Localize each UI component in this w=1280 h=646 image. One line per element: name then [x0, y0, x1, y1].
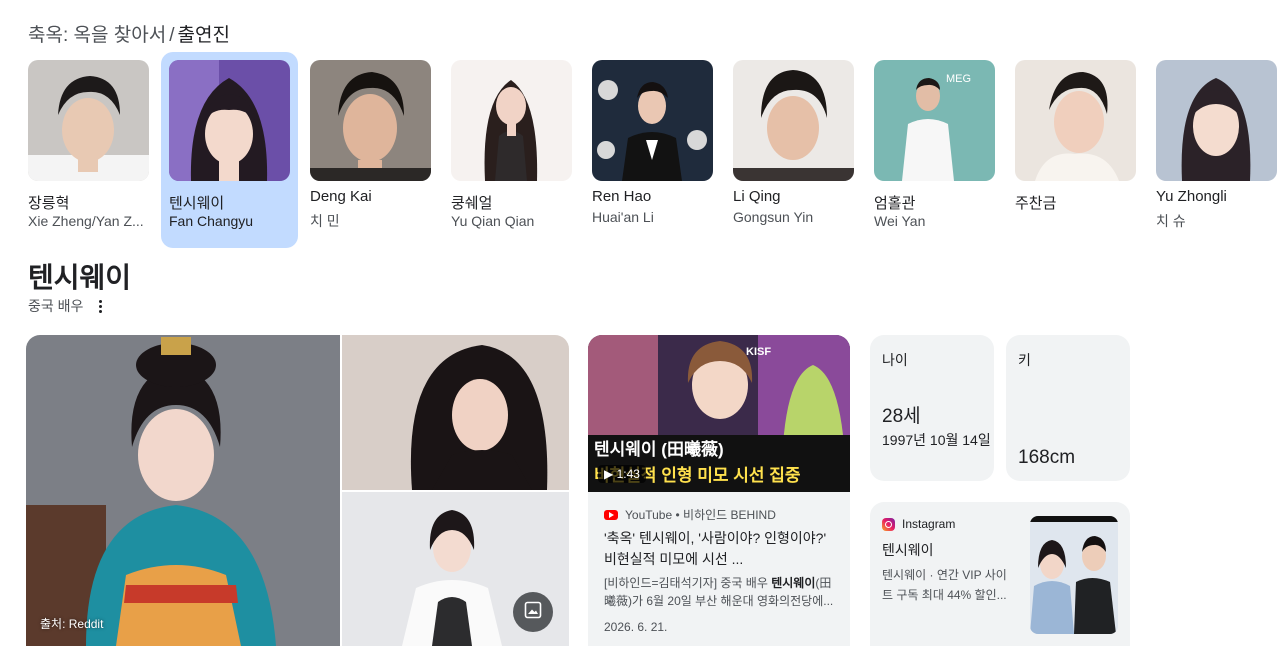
- image-gallery: 출처: Reddit: [26, 335, 569, 646]
- cast-role: Huai'an Li: [592, 209, 654, 225]
- instagram-icon: [882, 517, 895, 531]
- breadcrumb: 축옥: 옥을 찾아서 / 출연진: [28, 20, 230, 47]
- entity-title: 텐시웨이: [28, 262, 132, 293]
- video-card[interactable]: 텐시웨이 (田曦薇) 비현실적 인형 미모 시선 집중 KISF ▶ 1:43 …: [588, 335, 850, 646]
- cast-photo: [169, 60, 290, 181]
- cast-name: Deng Kai: [310, 188, 372, 205]
- video-thumb-badge: KISF: [746, 346, 771, 358]
- instagram-title: 텐시웨이: [882, 542, 934, 558]
- age-card[interactable]: 나이 28세 1997년 10월 14일: [870, 335, 994, 481]
- cast-role: 치 슈: [1156, 213, 1186, 229]
- cast-carousel: 장릉혁 Xie Zheng/Yan Z... 텐시웨이 Fan Changyu …: [20, 52, 1280, 248]
- birth-date: 1997년 10월 14일: [882, 432, 991, 448]
- video-duration: ▶ 1:43: [598, 465, 646, 483]
- video-source: YouTube • 비하인드 BEHIND: [604, 506, 776, 523]
- cast-photo: [1156, 60, 1277, 181]
- cast-card-4[interactable]: 쿵쉐얼 Yu Qian Qian: [443, 52, 580, 248]
- cast-role: Fan Changyu: [169, 213, 254, 229]
- cast-role: Wei Yan: [874, 213, 926, 229]
- height-label: 키: [1018, 352, 1031, 368]
- cast-photo: [1015, 60, 1136, 181]
- cast-photo: [592, 60, 713, 181]
- youtube-icon: [604, 509, 618, 520]
- instagram-source: Instagram: [882, 517, 955, 531]
- svg-text:MEG: MEG: [946, 73, 971, 85]
- video-snippet: [비하인드=김태석기자] 중국 배우 텐시웨이(田曦薇)가 6월 20일 부산 …: [604, 576, 834, 608]
- instagram-desc: 텐시웨이 · 연간 VIP 사이트 구독 최대 44% 할인...: [882, 568, 1007, 602]
- cast-name: 주찬금: [1015, 195, 1057, 212]
- cast-card-6[interactable]: Li Qing Gongsun Yin: [725, 52, 862, 248]
- image-search-button[interactable]: [513, 592, 553, 632]
- height-value: 168cm: [1018, 447, 1076, 468]
- video-date: 2026. 6. 21.: [604, 620, 668, 634]
- cast-role: Gongsun Yin: [733, 209, 814, 225]
- age-value: 28세: [882, 406, 921, 427]
- video-title[interactable]: '축옥' 텐시웨이, '사람이야? 인형이야?' 비현실적 미모에 시선 ...: [604, 528, 840, 570]
- cast-role: Xie Zheng/Yan Z...: [28, 213, 144, 229]
- cast-name: 텐시웨이: [169, 195, 225, 212]
- cast-card-5[interactable]: Ren Hao Huai'an Li: [584, 52, 721, 248]
- cast-card-7[interactable]: MEG 엄홀관 Wei Yan: [866, 52, 1003, 248]
- image-icon: [524, 601, 542, 624]
- cast-role: Yu Qian Qian: [451, 213, 535, 229]
- cast-name: 엄홀관: [874, 195, 916, 212]
- cast-photo: [28, 60, 149, 181]
- cast-card-3[interactable]: Deng Kai 치 민: [302, 52, 439, 248]
- gallery-image-3[interactable]: [342, 492, 569, 646]
- instagram-card[interactable]: Instagram 텐시웨이 텐시웨이 · 연간 VIP 사이트 구독 최대 4…: [870, 502, 1130, 646]
- cast-name: Li Qing: [733, 188, 781, 205]
- cast-name: Yu Zhongli: [1156, 188, 1227, 205]
- cast-card-9[interactable]: Yu Zhongli 치 슈: [1148, 52, 1280, 248]
- image-source-label: 출처: Reddit: [40, 617, 104, 631]
- cast-card-8[interactable]: 주찬금: [1007, 52, 1144, 248]
- video-source-text: YouTube • 비하인드 BEHIND: [625, 508, 776, 522]
- breadcrumb-current: 출연진: [177, 25, 230, 46]
- video-thumbnail[interactable]: 텐시웨이 (田曦薇) 비현실적 인형 미모 시선 집중 KISF ▶ 1:43: [588, 335, 850, 492]
- cast-role: 치 민: [310, 213, 340, 229]
- more-options-icon[interactable]: [93, 298, 109, 314]
- breadcrumb-parent[interactable]: 축옥: 옥을 찾아서: [28, 25, 166, 46]
- gallery-main-image[interactable]: 출처: Reddit: [26, 335, 340, 646]
- instagram-thumbnail: [1030, 516, 1118, 634]
- video-thumb-caption: 텐시웨이 (田曦薇): [594, 439, 724, 459]
- cast-name: 쿵쉐얼: [451, 195, 493, 212]
- height-card[interactable]: 키 168cm: [1006, 335, 1130, 481]
- age-label: 나이: [882, 352, 908, 368]
- gallery-image-2[interactable]: [342, 335, 569, 490]
- breadcrumb-separator: /: [169, 25, 175, 46]
- cast-photo: [451, 60, 572, 181]
- cast-photo: [310, 60, 431, 181]
- entity-subtitle: 중국 배우: [28, 298, 84, 314]
- entity-subtitle-row: 중국 배우: [28, 296, 109, 316]
- cast-card-2[interactable]: 텐시웨이 Fan Changyu: [161, 52, 298, 248]
- cast-photo: MEG: [874, 60, 995, 181]
- instagram-source-text: Instagram: [902, 517, 956, 531]
- cast-name: 장릉혁: [28, 195, 70, 212]
- cast-card-1[interactable]: 장릉혁 Xie Zheng/Yan Z...: [20, 52, 157, 248]
- cast-name: Ren Hao: [592, 188, 652, 205]
- cast-photo: [733, 60, 854, 181]
